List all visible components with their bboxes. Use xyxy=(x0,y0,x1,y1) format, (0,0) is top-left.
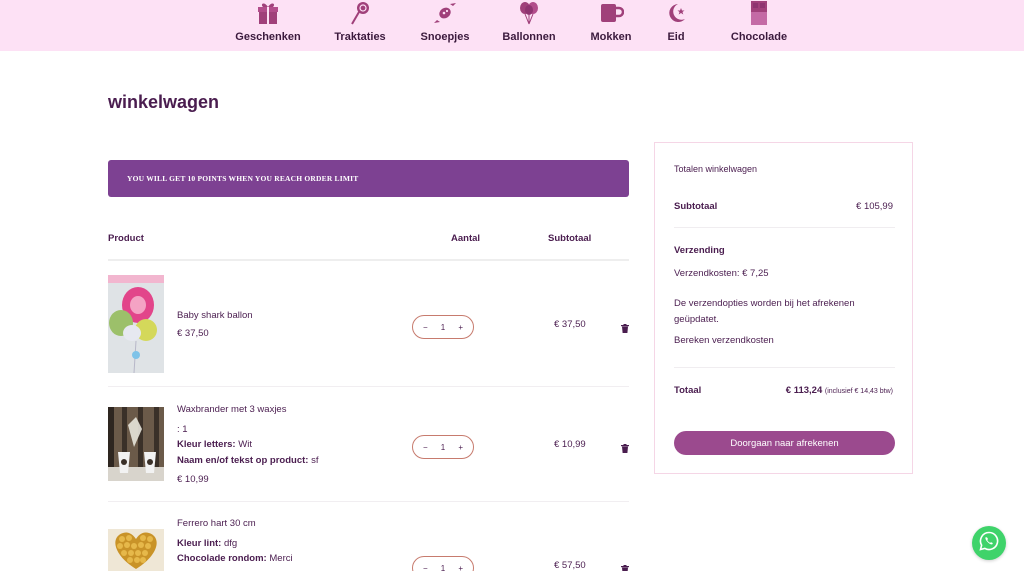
header-divider xyxy=(108,259,629,261)
lollipop-icon xyxy=(347,0,373,26)
nav-item-mokken[interactable]: Mokken xyxy=(589,0,633,51)
item-price: € 10,99 xyxy=(177,474,209,485)
decrease-button[interactable]: − xyxy=(423,443,428,452)
meta-value: Wit xyxy=(238,439,252,450)
total-amount: € 113,24 xyxy=(785,385,823,396)
calculate-shipping-link[interactable]: Bereken verzendkosten xyxy=(674,333,774,349)
item-subtotal: € 10,99 xyxy=(554,439,586,450)
header-product: Product xyxy=(108,233,144,244)
item-meta-line: Kleur letters: Wit xyxy=(177,439,252,450)
checkout-button[interactable]: Doorgaan naar afrekenen xyxy=(674,431,895,455)
nav-item-chocolade[interactable]: Chocolade xyxy=(731,0,787,51)
meta-label: Kleur letters: xyxy=(177,439,236,450)
quantity-value[interactable]: 1 xyxy=(441,564,445,571)
nav-label: Traktaties xyxy=(334,31,386,43)
nav-label: Snoepjes xyxy=(420,31,470,43)
quantity-value[interactable]: 1 xyxy=(441,323,445,332)
meta-value: dfg xyxy=(223,538,238,549)
nav-item-traktaties[interactable]: Traktaties xyxy=(333,0,387,51)
item-meta-line: Chocolade rondom: Merci xyxy=(177,553,293,564)
page-title: winkelwagen xyxy=(108,92,220,112)
points-banner: YOU WILL GET 10 POINTS WHEN YOU REACH OR… xyxy=(108,160,629,197)
nav-item-snoepjes[interactable]: Snoepjes xyxy=(421,0,469,51)
crescent-star-icon xyxy=(663,0,689,26)
header-quantity: Aantal xyxy=(451,233,481,244)
nav-item-ballonnen[interactable]: Ballonnen xyxy=(502,0,556,51)
increase-button[interactable]: + xyxy=(458,323,463,332)
meta-label: Naam en/of tekst op product: xyxy=(177,455,309,466)
increase-button[interactable]: + xyxy=(458,564,463,571)
chocolate-bar-icon xyxy=(746,0,772,26)
meta-value: Merci xyxy=(269,553,293,564)
item-name[interactable]: Waxbrander met 3 waxjes xyxy=(177,404,286,415)
shipping-note: De verzendopties worden bij het afrekene… xyxy=(674,298,855,325)
shipping-label: Verzending xyxy=(674,245,725,256)
totals-title: Totalen winkelwagen xyxy=(674,164,758,174)
top-navigation: Geschenken Traktaties Snoepjes Ballonnen… xyxy=(0,0,1024,51)
balloons-icon xyxy=(516,0,542,26)
trash-icon[interactable] xyxy=(621,440,629,453)
item-meta-line: : 1 xyxy=(177,424,188,435)
quantity-stepper[interactable]: − 1 + xyxy=(412,315,474,339)
header-subtotal: Subtotaal xyxy=(548,233,592,244)
row-divider xyxy=(108,501,629,502)
item-price: € 37,50 xyxy=(177,328,209,339)
meta-value: : 1 xyxy=(177,424,188,435)
subtotal-value: € 105,99 xyxy=(856,201,893,212)
total-value: € 113,24 (inclusief € 14,43 btw) xyxy=(786,385,893,396)
points-banner-text: YOU WILL GET 10 POINTS WHEN YOU REACH OR… xyxy=(127,174,359,183)
gift-icon xyxy=(255,0,281,26)
item-subtotal: € 37,50 xyxy=(554,319,586,330)
subtotal-label: Subtotaal xyxy=(674,201,718,212)
item-subtotal: € 57,50 xyxy=(554,560,586,571)
totals-divider xyxy=(674,367,895,368)
totals-divider xyxy=(674,227,895,228)
shipping-cost: Verzendkosten: € 7,25 xyxy=(674,268,769,279)
item-meta-line: Kleur lint: dfg xyxy=(177,538,237,549)
whatsapp-button[interactable] xyxy=(972,526,1006,560)
nav-item-eid[interactable]: Eid xyxy=(665,0,687,51)
nav-label: Mokken xyxy=(590,31,632,43)
whatsapp-icon xyxy=(979,531,999,556)
total-tax: (inclusief € 14,43 btw) xyxy=(824,388,893,395)
trash-icon[interactable] xyxy=(621,320,629,333)
item-name[interactable]: Ferrero hart 30 cm xyxy=(177,518,256,529)
decrease-button[interactable]: − xyxy=(423,323,428,332)
nav-item-geschenken[interactable]: Geschenken xyxy=(235,0,301,51)
cart-totals-box: Totalen winkelwagen Subtotaal € 105,99 V… xyxy=(654,142,913,474)
nav-label: Geschenken xyxy=(235,31,301,43)
item-name[interactable]: Baby shark ballon xyxy=(177,310,253,321)
meta-value: sf xyxy=(311,455,319,466)
item-meta-line: Naam en/of tekst op product: sf xyxy=(177,455,318,466)
product-image-baby-shark[interactable] xyxy=(108,275,164,373)
trash-icon[interactable] xyxy=(621,561,629,571)
increase-button[interactable]: + xyxy=(458,443,463,452)
candy-icon xyxy=(432,0,458,26)
nav-label: Eid xyxy=(667,31,685,43)
row-divider xyxy=(108,386,629,387)
product-image-waxbrander[interactable] xyxy=(108,407,164,481)
decrease-button[interactable]: − xyxy=(423,564,428,571)
quantity-stepper[interactable]: − 1 + xyxy=(412,556,474,571)
product-image-ferrero[interactable] xyxy=(108,529,164,571)
nav-label: Ballonnen xyxy=(502,31,556,43)
quantity-value[interactable]: 1 xyxy=(441,443,445,452)
quantity-stepper[interactable]: − 1 + xyxy=(412,435,474,459)
mug-icon xyxy=(598,0,624,26)
meta-label: Kleur lint: xyxy=(177,538,222,549)
meta-label: Chocolade rondom: xyxy=(177,553,267,564)
total-label: Totaal xyxy=(674,385,702,396)
nav-label: Chocolade xyxy=(730,31,788,43)
